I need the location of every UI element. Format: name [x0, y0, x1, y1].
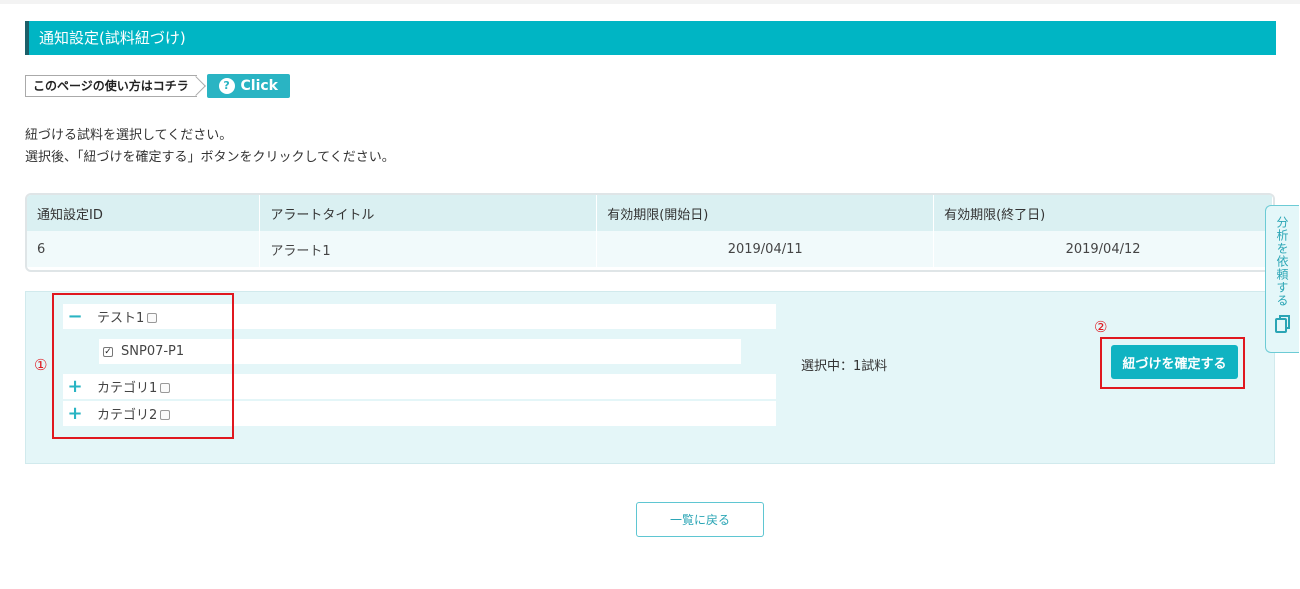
selected-count: 選択中：1試料 [801, 359, 888, 374]
request-analysis-tab[interactable]: 分析を依頼する [1265, 205, 1299, 353]
annotation-number-2: ② [1094, 318, 1108, 336]
page-title-text: 通知設定(試料紐づけ) [39, 29, 186, 47]
side-tab-label: 分析を依頼する [1275, 216, 1289, 307]
back-to-list-button[interactable]: 一覧に戻る [636, 502, 764, 537]
table-row: 6 アラート1 2019/04/11 2019/04/12 [27, 231, 1273, 267]
help-click-button[interactable]: ? Click [206, 74, 290, 98]
header-start-date: 有効期限(開始日) [596, 195, 935, 231]
cell-alert-title: アラート1 [259, 231, 598, 267]
copy-icon [1274, 315, 1291, 337]
instructions: 紐づける試料を選択してください。 選択後、「紐づけを確定する」ボタンをクリックし… [25, 125, 395, 169]
annotation-number-1: ① [34, 356, 48, 374]
help-row: このページの使い方はコチラ ? Click [25, 74, 290, 98]
annotation-box-1 [52, 293, 234, 439]
cell-end-date: 2019/04/12 [933, 231, 1273, 267]
header-end-date: 有効期限(終了日) [933, 195, 1273, 231]
table-header-row: 通知設定ID アラートタイトル 有効期限(開始日) 有効期限(終了日) [27, 195, 1273, 231]
instruction-line-1: 紐づける試料を選択してください。 [25, 128, 233, 143]
cell-start-date: 2019/04/11 [596, 231, 935, 267]
instruction-line-2: 選択後、「紐づけを確定する」ボタンをクリックしてください。 [25, 150, 395, 165]
question-icon: ? [218, 78, 235, 94]
annotation-box-2 [1100, 337, 1245, 389]
help-click-label: Click [240, 78, 278, 94]
help-label: このページの使い方はコチラ [25, 75, 197, 97]
header-notification-id: 通知設定ID [27, 195, 261, 231]
header-alert-title: アラートタイトル [259, 195, 598, 231]
top-divider [0, 0, 1300, 4]
notification-info-table: 通知設定ID アラートタイトル 有効期限(開始日) 有効期限(終了日) 6 アラ… [25, 193, 1275, 272]
page-title: 通知設定(試料紐づけ) [25, 21, 1276, 55]
cell-notification-id: 6 [27, 231, 261, 267]
